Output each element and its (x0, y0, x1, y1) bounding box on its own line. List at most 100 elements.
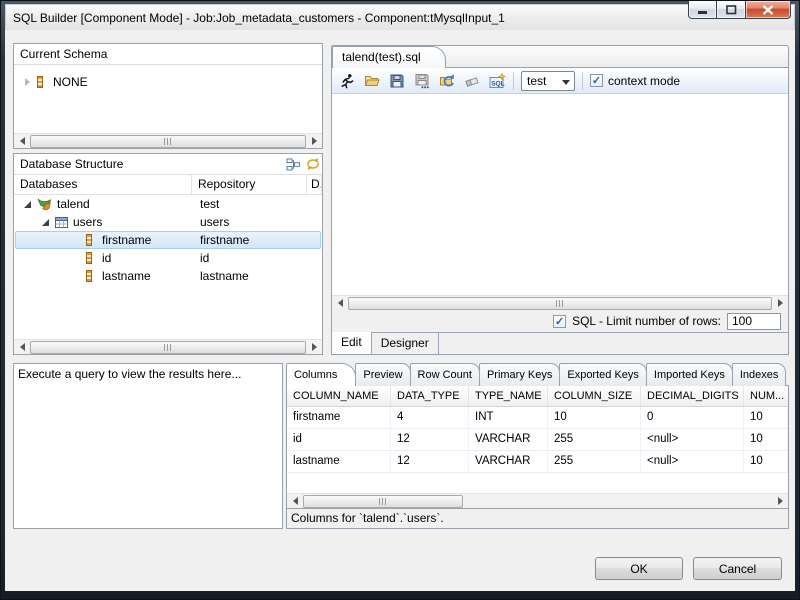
chevron-down-icon (562, 80, 570, 85)
table-row[interactable]: id 12 VARCHAR 255 <null> 10 (287, 429, 788, 451)
open-file-icon[interactable] (363, 72, 381, 89)
column-header-d[interactable]: D... (307, 175, 322, 194)
scrollbar-thumb[interactable] (30, 135, 306, 148)
table-cell: 10 (744, 451, 788, 472)
tree-row-talend[interactable]: talend test (15, 195, 321, 213)
scroll-right-arrow-icon[interactable] (307, 341, 321, 354)
table-header[interactable]: NUM... (744, 386, 788, 406)
run-query-icon[interactable] (338, 72, 356, 89)
expand-arrow-icon[interactable] (24, 78, 32, 86)
table-header[interactable]: COLUMN_NAME (287, 386, 391, 406)
close-button[interactable] (745, 1, 791, 19)
status-bar: Columns for `talend`.`users`. (286, 508, 789, 529)
table-cell: VARCHAR (469, 451, 548, 472)
ok-button[interactable]: OK (595, 557, 683, 580)
query-results-panel: Execute a query to view the results here… (13, 363, 283, 529)
scroll-left-arrow-icon[interactable] (288, 495, 302, 508)
collapse-arrow-icon[interactable] (42, 218, 50, 226)
tree-row-id[interactable]: id id (15, 249, 321, 267)
save-icon[interactable] (388, 72, 406, 89)
reload-icon[interactable] (438, 72, 456, 89)
scroll-left-arrow-icon[interactable] (15, 341, 29, 354)
row-limit-input[interactable] (727, 313, 781, 330)
scroll-right-arrow-icon[interactable] (773, 297, 787, 310)
sql-limit-checkbox[interactable]: ✓ (553, 315, 566, 328)
tree-item-label: firstname (102, 233, 151, 247)
maximize-icon (726, 5, 737, 15)
tab-imported-keys[interactable]: Imported Keys (646, 363, 733, 386)
sql-query-editor[interactable] (332, 94, 788, 295)
table-row[interactable]: firstname 4 INT 10 0 10 (287, 407, 788, 429)
horizontal-scrollbar[interactable] (287, 493, 788, 508)
results-placeholder: Execute a query to view the results here… (18, 367, 278, 381)
minimize-button[interactable] (688, 1, 717, 19)
context-mode-checkbox[interactable]: ✓ (590, 74, 603, 87)
tab-primary-keys[interactable]: Primary Keys (479, 363, 560, 386)
scrollbar-grip-icon (379, 498, 387, 505)
current-schema-title: Current Schema (14, 44, 322, 65)
metadata-detail-panel: Columns Preview Row Count Primary Keys E… (286, 363, 789, 529)
current-schema-panel: Current Schema NONE (13, 43, 323, 149)
horizontal-scrollbar[interactable] (14, 133, 322, 148)
save-as-icon[interactable] (413, 72, 431, 89)
table-cell: lastname (287, 451, 391, 472)
scroll-left-arrow-icon[interactable] (333, 297, 347, 310)
tab-row-count[interactable]: Row Count (410, 363, 480, 386)
horizontal-scrollbar[interactable] (332, 295, 788, 310)
collapse-tree-icon[interactable] (284, 156, 303, 172)
table-header[interactable]: TYPE_NAME (469, 386, 548, 406)
table-cell: id (287, 429, 391, 450)
collapse-arrow-icon[interactable] (24, 200, 32, 208)
table-cell: VARCHAR (469, 429, 548, 450)
scrollbar-thumb[interactable] (348, 297, 772, 310)
tab-indexes[interactable]: Indexes (732, 363, 787, 386)
tree-row-users[interactable]: users users (15, 213, 321, 231)
new-sql-editor-icon[interactable]: SQL (488, 72, 506, 89)
table-header[interactable]: DECIMAL_DIGITS (641, 386, 744, 406)
table-header[interactable]: COLUMN_SIZE (548, 386, 641, 406)
column-header-databases[interactable]: Databases (14, 175, 192, 194)
table-row[interactable]: lastname 12 VARCHAR 255 <null> 10 (287, 451, 788, 473)
tree-row-firstname-selected[interactable]: firstname firstname (15, 231, 321, 249)
title-bar[interactable]: SQL Builder [Component Mode] - Job:Job_m… (5, 4, 795, 30)
horizontal-scrollbar[interactable] (14, 339, 322, 354)
refresh-icon[interactable] (303, 156, 322, 172)
tab-talend-test-sql[interactable]: talend(test).sql (332, 46, 446, 68)
tree-item-label: talend (57, 197, 90, 211)
tab-designer[interactable]: Designer (372, 333, 439, 354)
toolbar-separator (513, 72, 514, 90)
table-icon (55, 217, 68, 228)
tab-edit[interactable]: Edit (332, 332, 372, 354)
tree-row[interactable]: NONE (15, 73, 321, 91)
scrollbar-grip-icon (556, 300, 564, 307)
table-cell: 12 (391, 429, 469, 450)
tree-item-repository: id (200, 251, 209, 265)
tree-column-headers: Databases Repository D... (14, 175, 322, 195)
database-structure-panel: Database Structure Databases Repository … (13, 153, 323, 355)
table-cell: INT (469, 407, 548, 428)
scroll-left-arrow-icon[interactable] (15, 135, 29, 148)
query-context-dropdown[interactable]: test (521, 71, 575, 91)
tree-row-lastname[interactable]: lastname lastname (15, 267, 321, 285)
tab-preview[interactable]: Preview (355, 363, 410, 386)
maximize-button[interactable] (717, 1, 745, 19)
scrollbar-thumb[interactable] (303, 495, 463, 508)
scrollbar-grip-icon (164, 138, 172, 145)
tab-exported-keys[interactable]: Exported Keys (559, 363, 647, 386)
table-cell: <null> (641, 429, 744, 450)
table-cell: 255 (548, 429, 641, 450)
scroll-right-arrow-icon[interactable] (307, 135, 321, 148)
tab-columns[interactable]: Columns (286, 363, 356, 386)
scrollbar-thumb[interactable] (30, 341, 306, 354)
tree-item-label: NONE (53, 75, 88, 89)
clear-query-icon[interactable] (463, 72, 481, 89)
table-header[interactable]: DATA_TYPE (391, 386, 469, 406)
table-cell: 0 (641, 407, 744, 428)
tree-item-repository: test (200, 197, 219, 211)
row-limit-label[interactable]: SQL - Limit number of rows: (572, 314, 721, 328)
cancel-button[interactable]: Cancel (693, 557, 782, 580)
table-cell: 10 (744, 407, 788, 428)
column-header-repository[interactable]: Repository (192, 175, 307, 194)
context-mode-label[interactable]: context mode (608, 74, 680, 88)
scroll-right-arrow-icon[interactable] (773, 495, 787, 508)
